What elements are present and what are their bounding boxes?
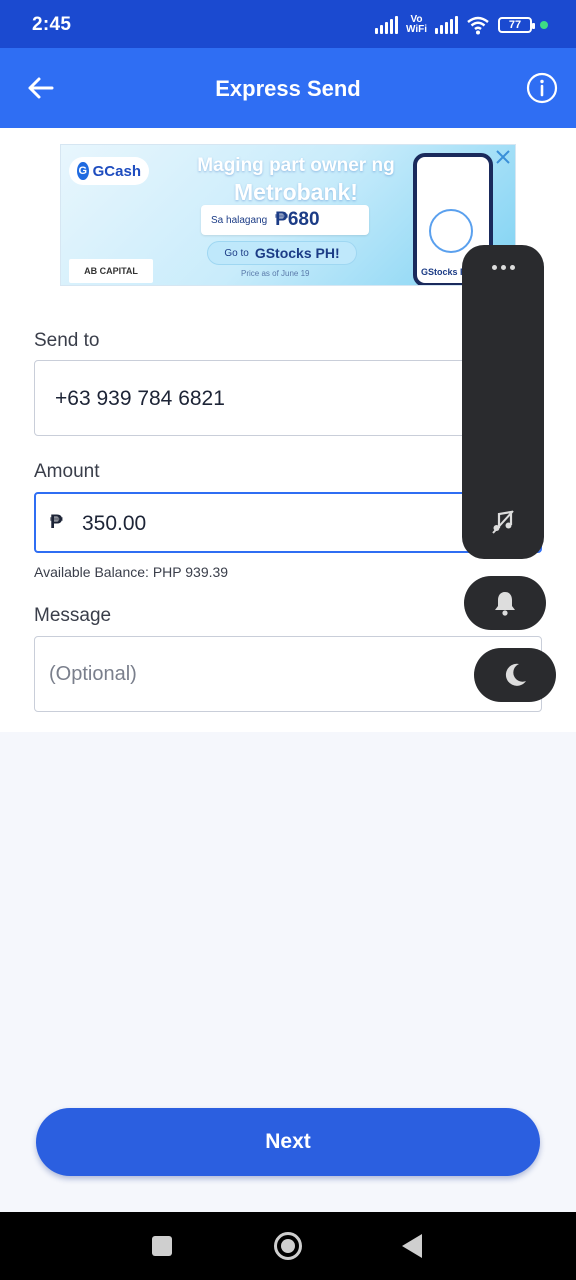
battery-icon: 77 bbox=[498, 17, 535, 33]
ad-close-button[interactable] bbox=[493, 147, 513, 167]
system-nav-bar bbox=[0, 1212, 576, 1280]
home-icon[interactable] bbox=[274, 1232, 302, 1260]
vowifi-indicator: Vo WiFi bbox=[405, 14, 427, 35]
ad-price-pill: Sa halagang ₱680 bbox=[201, 205, 369, 235]
back-triangle-icon[interactable] bbox=[402, 1234, 422, 1258]
send-to-value: +63 939 784 6821 bbox=[55, 387, 225, 410]
moon-icon bbox=[505, 663, 526, 686]
info-icon bbox=[526, 72, 558, 104]
recents-icon[interactable] bbox=[152, 1236, 172, 1256]
ad-headline: Maging part owner ng Metrobank! bbox=[197, 155, 395, 205]
chart-up-icon bbox=[429, 209, 473, 253]
amount-value: 350.00 bbox=[82, 512, 147, 535]
message-field[interactable]: (Optional) bbox=[34, 636, 542, 712]
cell-signal-2-icon bbox=[435, 16, 458, 34]
wifi-icon bbox=[467, 16, 489, 35]
more-dots-icon[interactable] bbox=[462, 265, 544, 270]
ad-fine-print: Price as of June 19 bbox=[241, 269, 310, 278]
info-button[interactable] bbox=[526, 72, 558, 104]
next-button[interactable]: Next bbox=[36, 1108, 540, 1176]
gcash-logo: G GCash bbox=[69, 157, 149, 185]
message-label: Message bbox=[34, 605, 112, 626]
status-icons: Vo WiFi 77 bbox=[374, 12, 548, 38]
battery-level: 77 bbox=[508, 19, 522, 31]
amount-label: Amount bbox=[34, 461, 100, 482]
sponsor-logo: AB CAPITAL bbox=[69, 259, 153, 283]
ad-cta-pill: Go to GStocks PH! bbox=[207, 241, 357, 265]
send-to-label: Send to bbox=[34, 330, 100, 351]
peso-symbol: ₱ bbox=[50, 512, 63, 533]
message-placeholder: (Optional) bbox=[49, 663, 137, 685]
app-header: Express Send bbox=[0, 48, 576, 128]
bell-button[interactable] bbox=[464, 576, 546, 630]
page-title: Express Send bbox=[215, 76, 361, 101]
available-balance: Available Balance: PHP 939.39 bbox=[34, 564, 229, 580]
floating-sound-panel[interactable] bbox=[462, 245, 544, 559]
moon-button[interactable] bbox=[474, 648, 556, 702]
music-off-icon[interactable] bbox=[490, 509, 516, 535]
privacy-dot-icon bbox=[540, 21, 548, 29]
close-icon bbox=[496, 150, 510, 164]
status-bar: 2:45 Vo WiFi 77 bbox=[0, 0, 576, 48]
bell-icon bbox=[495, 592, 515, 616]
ad-banner[interactable]: G GCash Maging part owner ng Metrobank! … bbox=[60, 144, 516, 286]
status-time: 2:45 bbox=[32, 14, 72, 35]
cell-signal-icon bbox=[374, 16, 398, 34]
gcash-g-icon: G bbox=[77, 162, 89, 180]
